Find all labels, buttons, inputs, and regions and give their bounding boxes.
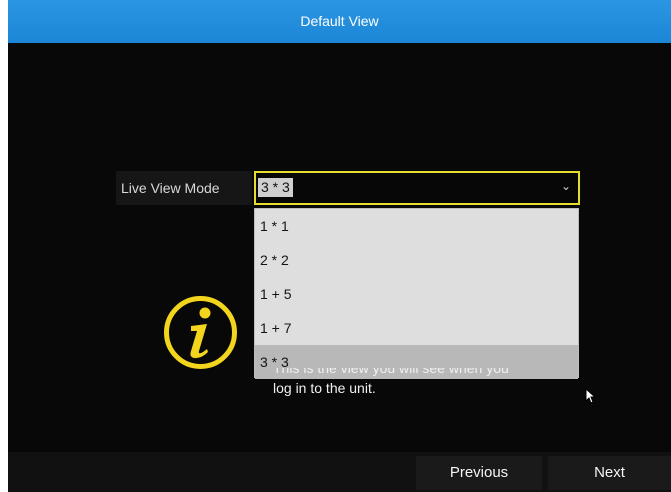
previous-button[interactable]: Previous — [416, 456, 542, 490]
option-1plus5[interactable]: 1 + 5 — [255, 277, 578, 311]
option-1x1[interactable]: 1 * 1 — [255, 209, 578, 243]
option-1plus7[interactable]: 1 + 7 — [255, 311, 578, 345]
hint-line-1: This is the view you will see when you — [273, 368, 509, 376]
chevron-down-icon: ⌄ — [560, 179, 571, 193]
next-button[interactable]: Next — [548, 456, 671, 490]
live-view-mode-options: 1 * 1 2 * 2 1 + 5 1 + 7 3 * 3 — [254, 208, 579, 379]
window-title: Default View — [8, 0, 671, 43]
live-view-mode-label: Live View Mode — [116, 171, 252, 205]
hint-line-2: log in to the unit. — [273, 380, 376, 396]
option-2x2[interactable]: 2 * 2 — [255, 243, 578, 277]
info-icon — [164, 296, 237, 369]
setup-wizard-window: Default View Live View Mode 3 * 3 ⌄ 1 * … — [8, 0, 671, 492]
live-view-mode-select[interactable]: 3 * 3 ⌄ — [254, 171, 580, 205]
mouse-pointer-icon — [585, 388, 595, 404]
hint-text: This is the view you will see when you l… — [273, 368, 573, 398]
selected-value: 3 * 3 — [258, 178, 293, 197]
